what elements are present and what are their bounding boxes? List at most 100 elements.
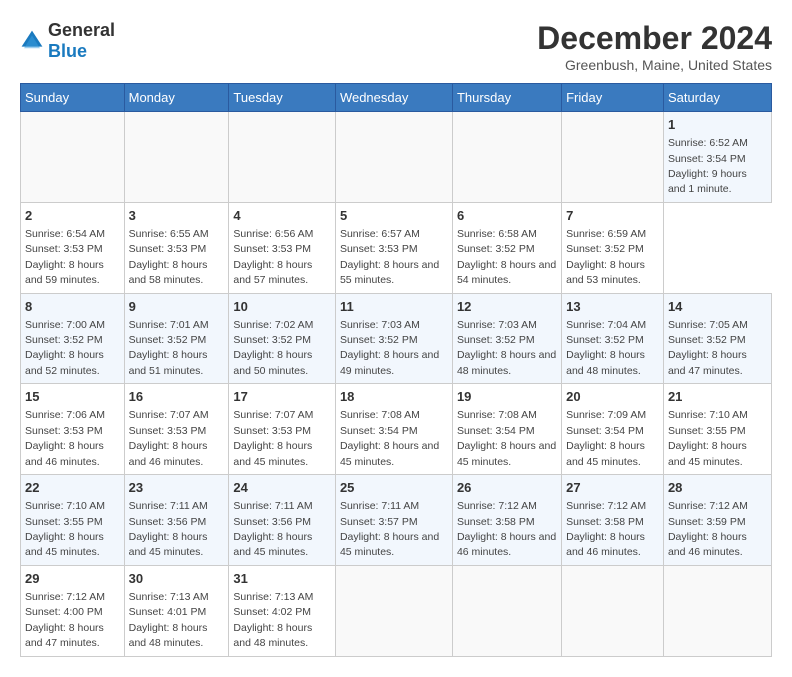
table-row: 29Sunrise: 7:12 AMSunset: 4:00 PMDayligh… (21, 565, 125, 656)
empty-cell (21, 112, 125, 203)
empty-cell (124, 112, 229, 203)
day-info: Sunrise: 6:54 AMSunset: 3:53 PMDaylight:… (25, 228, 105, 286)
table-row: 30 Sunrise: 7:13 AMSunset: 4:01 PMDayligh… (124, 565, 229, 656)
day-info: Sunrise: 6:58 AMSunset: 3:52 PMDaylight:… (457, 228, 556, 286)
day-info: Sunrise: 7:01 AMSunset: 3:52 PMDaylight:… (129, 319, 209, 377)
day-number: 3 (129, 207, 225, 225)
empty-cell (229, 112, 336, 203)
table-row: 20 Sunrise: 7:09 AMSunset: 3:54 PMDayligh… (562, 384, 664, 475)
day-info: Sunrise: 7:07 AMSunset: 3:53 PMDaylight:… (233, 409, 313, 467)
day-info: Sunrise: 7:05 AMSunset: 3:52 PMDaylight:… (668, 319, 748, 377)
day-info: Sunrise: 7:02 AMSunset: 3:52 PMDaylight:… (233, 319, 313, 377)
empty-cell (335, 565, 452, 656)
table-row: 4 Sunrise: 6:56 AMSunset: 3:53 PMDaylight… (229, 202, 336, 293)
day-number: 19 (457, 388, 557, 406)
table-row: 9Sunrise: 7:01 AMSunset: 3:52 PMDaylight… (124, 293, 229, 384)
day-number: 28 (668, 479, 767, 497)
table-row: 10Sunrise: 7:02 AMSunset: 3:52 PMDayligh… (229, 293, 336, 384)
day-number: 31 (233, 570, 331, 588)
day-info: Sunrise: 7:12 AMSunset: 3:58 PMDaylight:… (566, 500, 646, 558)
day-info: Sunrise: 7:12 AMSunset: 3:58 PMDaylight:… (457, 500, 556, 558)
table-row: 24Sunrise: 7:11 AMSunset: 3:56 PMDayligh… (229, 475, 336, 566)
empty-cell (335, 112, 452, 203)
day-number: 13 (566, 298, 659, 316)
day-number: 30 (129, 570, 225, 588)
logo-general: General (48, 20, 115, 40)
day-info: Sunrise: 7:11 AMSunset: 3:56 PMDaylight:… (129, 500, 208, 558)
day-number: 17 (233, 388, 331, 406)
day-number: 24 (233, 479, 331, 497)
col-wednesday: Wednesday (335, 84, 452, 112)
day-info: Sunrise: 7:11 AMSunset: 3:57 PMDaylight:… (340, 500, 439, 558)
table-row: 31 Sunrise: 7:13 AMSunset: 4:02 PMDayligh… (229, 565, 336, 656)
day-number: 16 (129, 388, 225, 406)
day-number: 8 (25, 298, 120, 316)
table-row: 19 Sunrise: 7:08 AMSunset: 3:54 PMDayligh… (452, 384, 561, 475)
day-info: Sunrise: 7:13 AMSunset: 4:02 PMDaylight:… (233, 591, 313, 649)
table-row: 23 Sunrise: 7:11 AMSunset: 3:56 PMDayligh… (124, 475, 229, 566)
day-number: 22 (25, 479, 120, 497)
calendar-body: 1Sunrise: 6:52 AMSunset: 3:54 PMDaylight… (21, 112, 772, 657)
logo-icon (20, 29, 44, 53)
day-number: 11 (340, 298, 448, 316)
day-number: 27 (566, 479, 659, 497)
logo-blue: Blue (48, 41, 87, 61)
title-block: December 2024 Greenbush, Maine, United S… (537, 20, 772, 73)
day-info: Sunrise: 6:56 AMSunset: 3:53 PMDaylight:… (233, 228, 313, 286)
calendar-row: 29Sunrise: 7:12 AMSunset: 4:00 PMDayligh… (21, 565, 772, 656)
table-row: 3 Sunrise: 6:55 AMSunset: 3:53 PMDaylight… (124, 202, 229, 293)
calendar-row: 1Sunrise: 6:52 AMSunset: 3:54 PMDaylight… (21, 112, 772, 203)
page-header: General Blue December 2024 Greenbush, Ma… (20, 20, 772, 73)
table-row: 27 Sunrise: 7:12 AMSunset: 3:58 PMDayligh… (562, 475, 664, 566)
day-info: Sunrise: 7:13 AMSunset: 4:01 PMDaylight:… (129, 591, 209, 649)
day-info: Sunrise: 7:10 AMSunset: 3:55 PMDaylight:… (668, 409, 748, 467)
table-row: 11 Sunrise: 7:03 AMSunset: 3:52 PMDayligh… (335, 293, 452, 384)
table-row: 8Sunrise: 7:00 AMSunset: 3:52 PMDaylight… (21, 293, 125, 384)
day-number: 29 (25, 570, 120, 588)
day-info: Sunrise: 7:04 AMSunset: 3:52 PMDaylight:… (566, 319, 646, 377)
logo-text: General Blue (48, 20, 115, 62)
table-row: 1Sunrise: 6:52 AMSunset: 3:54 PMDaylight… (663, 112, 771, 203)
table-row: 13 Sunrise: 7:04 AMSunset: 3:52 PMDayligh… (562, 293, 664, 384)
day-number: 14 (668, 298, 767, 316)
calendar-row: 2Sunrise: 6:54 AMSunset: 3:53 PMDaylight… (21, 202, 772, 293)
day-info: Sunrise: 7:03 AMSunset: 3:52 PMDaylight:… (457, 319, 556, 377)
table-row: 16 Sunrise: 7:07 AMSunset: 3:53 PMDayligh… (124, 384, 229, 475)
day-info: Sunrise: 7:03 AMSunset: 3:52 PMDaylight:… (340, 319, 439, 377)
day-number: 7 (566, 207, 659, 225)
table-row: 7Sunrise: 6:59 AMSunset: 3:52 PMDaylight… (562, 202, 664, 293)
empty-cell (562, 565, 664, 656)
table-row: 22Sunrise: 7:10 AMSunset: 3:55 PMDayligh… (21, 475, 125, 566)
day-number: 6 (457, 207, 557, 225)
day-number: 4 (233, 207, 331, 225)
day-info: Sunrise: 7:07 AMSunset: 3:53 PMDaylight:… (129, 409, 209, 467)
empty-cell (452, 565, 561, 656)
empty-cell (663, 565, 771, 656)
table-row: 26Sunrise: 7:12 AMSunset: 3:58 PMDayligh… (452, 475, 561, 566)
day-number: 23 (129, 479, 225, 497)
empty-cell (562, 112, 664, 203)
day-info: Sunrise: 7:08 AMSunset: 3:54 PMDaylight:… (457, 409, 556, 467)
main-title: December 2024 (537, 20, 772, 57)
day-number: 21 (668, 388, 767, 406)
subtitle: Greenbush, Maine, United States (537, 57, 772, 73)
logo: General Blue (20, 20, 115, 62)
day-number: 5 (340, 207, 448, 225)
calendar-table: Sunday Monday Tuesday Wednesday Thursday… (20, 83, 772, 657)
table-row: 14 Sunrise: 7:05 AMSunset: 3:52 PMDayligh… (663, 293, 771, 384)
table-row: 18 Sunrise: 7:08 AMSunset: 3:54 PMDayligh… (335, 384, 452, 475)
day-number: 20 (566, 388, 659, 406)
table-row: 17 Sunrise: 7:07 AMSunset: 3:53 PMDayligh… (229, 384, 336, 475)
day-info: Sunrise: 7:09 AMSunset: 3:54 PMDaylight:… (566, 409, 646, 467)
day-info: Sunrise: 6:55 AMSunset: 3:53 PMDaylight:… (129, 228, 209, 286)
calendar-row: 8Sunrise: 7:00 AMSunset: 3:52 PMDaylight… (21, 293, 772, 384)
day-number: 18 (340, 388, 448, 406)
day-info: Sunrise: 6:52 AMSunset: 3:54 PMDaylight:… (668, 137, 748, 195)
day-number: 15 (25, 388, 120, 406)
col-tuesday: Tuesday (229, 84, 336, 112)
empty-cell (452, 112, 561, 203)
table-row: 2Sunrise: 6:54 AMSunset: 3:53 PMDaylight… (21, 202, 125, 293)
table-row: 28Sunrise: 7:12 AMSunset: 3:59 PMDayligh… (663, 475, 771, 566)
day-info: Sunrise: 7:08 AMSunset: 3:54 PMDaylight:… (340, 409, 439, 467)
col-sunday: Sunday (21, 84, 125, 112)
